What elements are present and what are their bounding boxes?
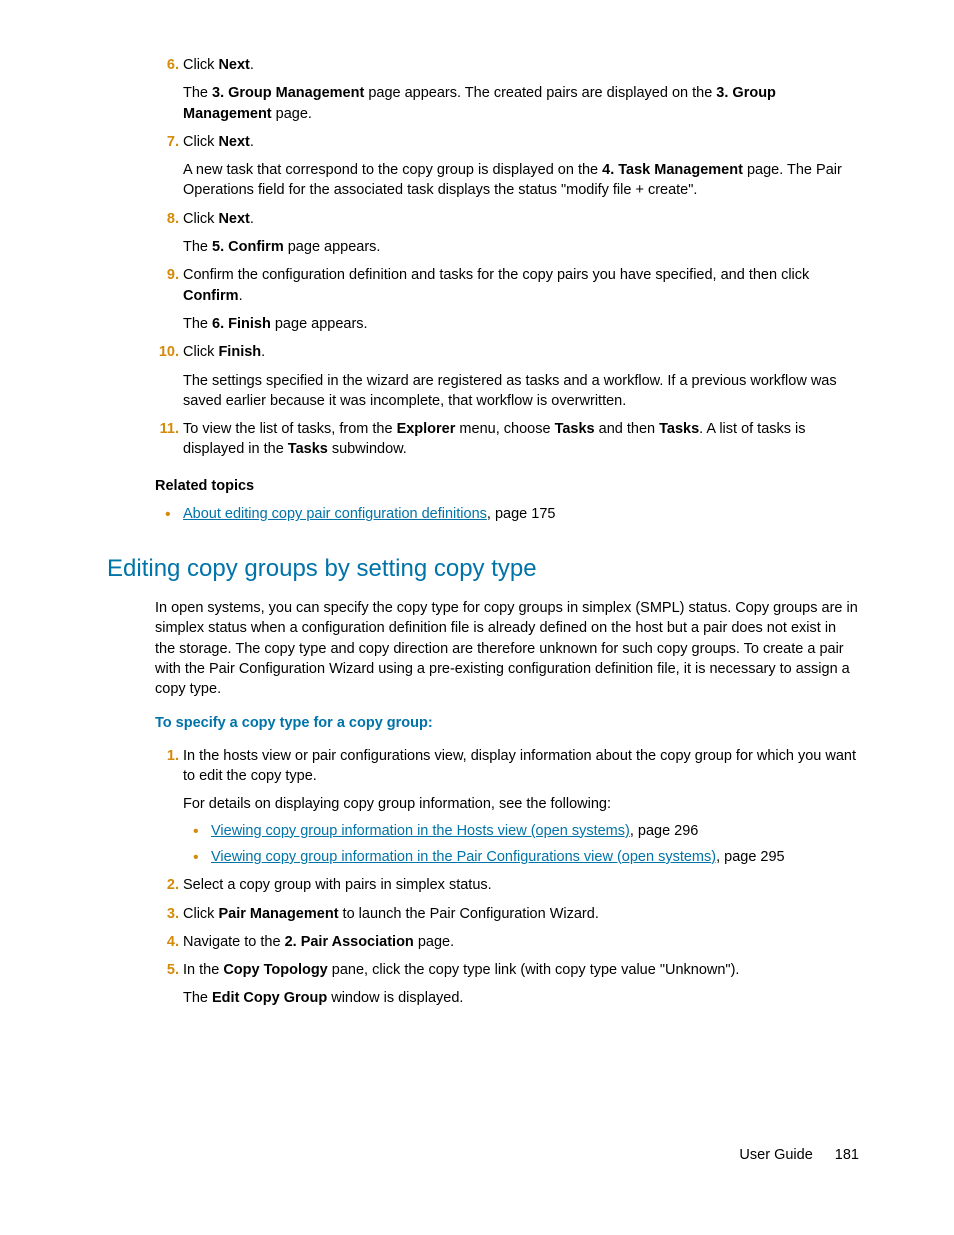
step-number: 8. xyxy=(155,209,179,229)
step-number: 1. xyxy=(155,746,179,766)
step-list-b: 1.In the hosts view or pair configuratio… xyxy=(183,746,859,1009)
related-link-item: About editing copy pair configuration de… xyxy=(183,504,859,524)
intro-paragraph: In open systems, you can specify the cop… xyxy=(155,598,859,699)
step-subtext: The Edit Copy Group window is displayed. xyxy=(183,988,859,1008)
footer-page-number: 181 xyxy=(835,1147,859,1163)
step-item: 8.Click Next.The 5. Confirm page appears… xyxy=(183,209,859,258)
page-footer: User Guide 181 xyxy=(739,1145,859,1165)
step-item: 9.Confirm the configuration definition a… xyxy=(183,265,859,334)
step-text: Click Next. xyxy=(183,55,859,75)
step-item: 1.In the hosts view or pair configuratio… xyxy=(183,746,859,867)
step-item: 11.To view the list of tasks, from the E… xyxy=(183,419,859,460)
step-subtext: A new task that correspond to the copy g… xyxy=(183,160,859,201)
step-text: Click Next. xyxy=(183,132,859,152)
step-number: 7. xyxy=(155,132,179,152)
step-subtext: The 3. Group Management page appears. Th… xyxy=(183,83,859,124)
step-number: 6. xyxy=(155,55,179,75)
step-number: 11. xyxy=(155,419,179,439)
step-item: 3.Click Pair Management to launch the Pa… xyxy=(183,904,859,924)
step-subtext: The 6. Finish page appears. xyxy=(183,314,859,334)
step-item: 5.In the Copy Topology pane, click the c… xyxy=(183,960,859,1009)
step-number: 3. xyxy=(155,904,179,924)
step-text: In the Copy Topology pane, click the cop… xyxy=(183,960,859,980)
step-text: Confirm the configuration definition and… xyxy=(183,265,859,306)
section-heading: Editing copy groups by setting copy type xyxy=(107,552,859,586)
step-link-item: Viewing copy group information in the Ho… xyxy=(211,821,859,841)
step-link-item: Viewing copy group information in the Pa… xyxy=(211,847,859,867)
step-subtext: The 5. Confirm page appears. xyxy=(183,237,859,257)
procedure-heading: To specify a copy type for a copy group: xyxy=(155,713,859,733)
step-subtext: The settings specified in the wizard are… xyxy=(183,371,859,412)
xref-link[interactable]: Viewing copy group information in the Pa… xyxy=(211,849,716,865)
related-topics-list: About editing copy pair configuration de… xyxy=(183,504,859,524)
step-subtext: For details on displaying copy group inf… xyxy=(183,794,859,814)
footer-label: User Guide xyxy=(739,1147,812,1163)
step-item: 7.Click Next.A new task that correspond … xyxy=(183,132,859,201)
step-item: 2.Select a copy group with pairs in simp… xyxy=(183,875,859,895)
step-item: 10.Click Finish.The settings specified i… xyxy=(183,342,859,411)
step-text: Click Next. xyxy=(183,209,859,229)
related-link-page: , page 175 xyxy=(487,506,556,522)
related-topics-heading: Related topics xyxy=(155,476,859,496)
step-item: 6.Click Next.The 3. Group Management pag… xyxy=(183,55,859,124)
step-list-a: 6.Click Next.The 3. Group Management pag… xyxy=(183,55,859,460)
step-number: 4. xyxy=(155,932,179,952)
step-text: To view the list of tasks, from the Expl… xyxy=(183,419,859,460)
step-number: 2. xyxy=(155,875,179,895)
step-text: Navigate to the 2. Pair Association page… xyxy=(183,932,859,952)
step-item: 4.Navigate to the 2. Pair Association pa… xyxy=(183,932,859,952)
step-text: In the hosts view or pair configurations… xyxy=(183,746,859,787)
step-text: Click Pair Management to launch the Pair… xyxy=(183,904,859,924)
step-link-list: Viewing copy group information in the Ho… xyxy=(183,821,859,868)
step-text: Select a copy group with pairs in simple… xyxy=(183,875,859,895)
related-link[interactable]: About editing copy pair configuration de… xyxy=(183,506,487,522)
xref-page: , page 296 xyxy=(630,823,699,839)
step-number: 10. xyxy=(155,342,179,362)
step-number: 9. xyxy=(155,265,179,285)
step-text: Click Finish. xyxy=(183,342,859,362)
xref-link[interactable]: Viewing copy group information in the Ho… xyxy=(211,823,630,839)
xref-page: , page 295 xyxy=(716,849,785,865)
step-number: 5. xyxy=(155,960,179,980)
